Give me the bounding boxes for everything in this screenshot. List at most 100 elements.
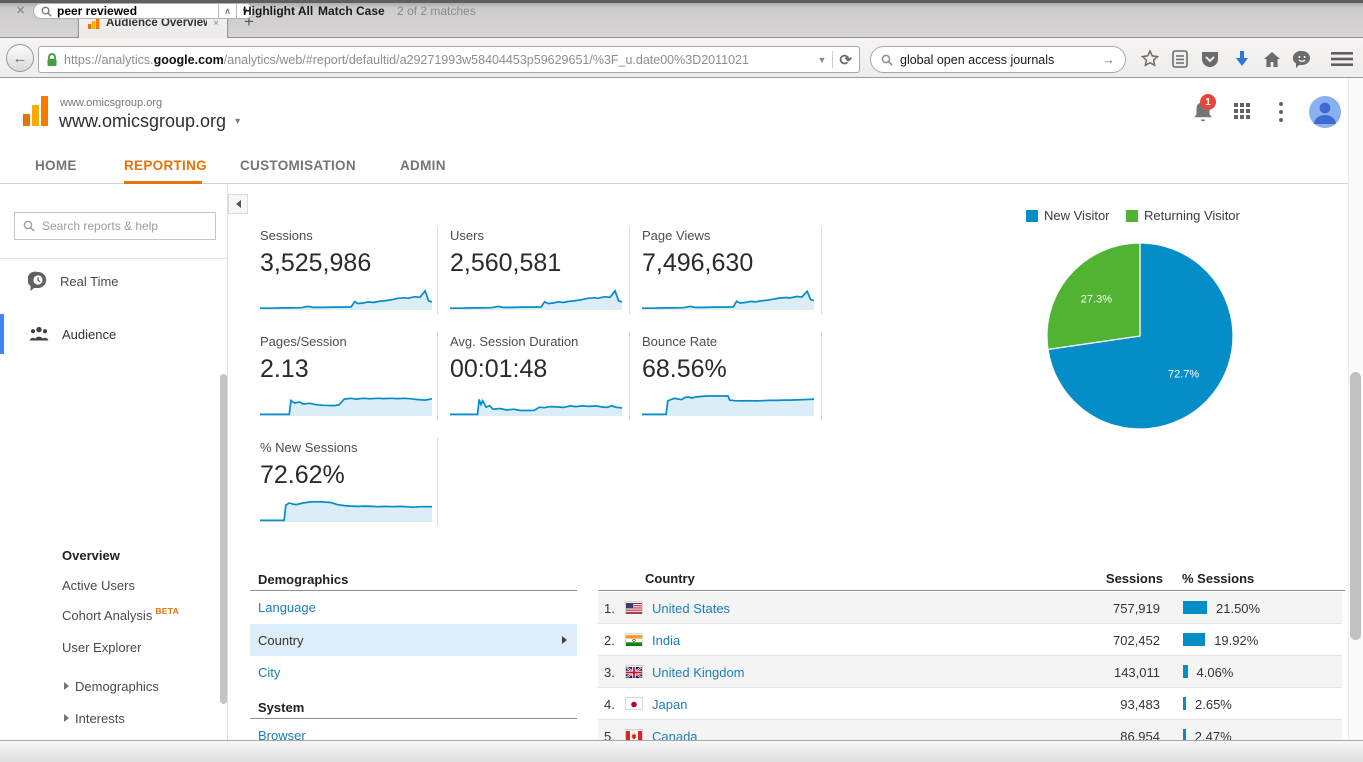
match-case-button[interactable]: Match Case [318, 4, 385, 18]
pct-value: 2.65% [1195, 697, 1232, 712]
reading-list-icon[interactable] [1168, 47, 1192, 71]
sparkline-chart [642, 284, 814, 310]
sessions-value: 86,954 [1120, 729, 1160, 740]
findbar-input[interactable] [57, 4, 175, 18]
metric-value: 2,560,581 [450, 249, 626, 278]
sidebar-item-cohort-analysis[interactable]: Cohort AnalysisBETA [62, 608, 179, 623]
avatar[interactable] [1309, 96, 1341, 128]
menu-icon[interactable] [1328, 47, 1356, 71]
country-link[interactable]: India [652, 633, 680, 648]
sidebar-item-real-time[interactable]: Real Time [0, 264, 227, 298]
nav-customisation[interactable]: CUSTOMISATION [240, 152, 356, 180]
metric-card-new-sessions: % New Sessions 72.62% [260, 440, 436, 522]
search-icon [41, 6, 52, 17]
findbar-input-group[interactable]: ∧ ∨ [33, 3, 254, 19]
url-dropdown-icon[interactable]: ▼ [818, 55, 827, 65]
page-scrollbar-thumb[interactable] [1350, 372, 1361, 640]
reload-icon[interactable]: ⟳ [839, 51, 852, 69]
col-header-pct-sessions[interactable]: % Sessions [1182, 571, 1254, 586]
metric-label: % New Sessions [260, 440, 436, 455]
bookmark-star-icon[interactable] [1138, 47, 1162, 71]
card-divider [437, 226, 438, 314]
country-link[interactable]: Canada [652, 729, 698, 740]
search-icon [881, 54, 893, 66]
country-link[interactable]: United States [652, 601, 730, 616]
card-divider [629, 226, 630, 314]
hello-smiley-icon[interactable] [1290, 47, 1314, 71]
metric-value: 68.56% [642, 355, 818, 384]
pocket-icon[interactable] [1198, 47, 1222, 71]
find-bar [0, 740, 1363, 762]
sidebar-item-active-users[interactable]: Active Users [62, 578, 135, 593]
metric-label: Sessions [260, 228, 436, 243]
demographics-link-language[interactable]: Language [250, 592, 577, 622]
metric-value: 3,525,986 [260, 249, 436, 278]
account-domain-large: www.omicsgroup.org [59, 111, 226, 132]
sidebar-item-audience[interactable]: Audience [0, 314, 227, 354]
browser-search-box[interactable]: global open access journals → [870, 46, 1126, 73]
https-lock-icon [46, 53, 58, 67]
sparkline-chart [260, 496, 432, 522]
sidebar-item-demographics[interactable]: Demographics [0, 670, 227, 702]
metric-card-pageviews: Page Views 7,496,630 [642, 228, 818, 310]
col-header-country[interactable]: Country [645, 571, 695, 586]
card-divider [821, 226, 822, 314]
url-bar[interactable]: https://analytics.google.com/analytics/w… [38, 46, 860, 73]
col-header-sessions[interactable]: Sessions [1106, 571, 1163, 586]
country-row-united-kingdom: 3.United Kingdom143,0114.06% [598, 656, 1342, 688]
pct-bar [1183, 633, 1205, 646]
system-link-browser[interactable]: Browser [250, 720, 577, 740]
beta-badge: BETA [155, 606, 179, 616]
sparkline-chart [450, 284, 622, 310]
account-selector[interactable]: www.omicsgroup.org ▾ [59, 111, 240, 132]
country-link[interactable]: Japan [652, 697, 687, 712]
realtime-icon [28, 271, 48, 291]
sessions-value: 702,452 [1113, 633, 1160, 648]
flag-us-icon [626, 602, 642, 613]
pct-value: 19.92% [1214, 633, 1258, 648]
country-row-japan: 4.Japan93,4832.65% [598, 688, 1342, 720]
metric-label: Bounce Rate [642, 334, 818, 349]
row-rank: 1. [604, 601, 615, 616]
country-link[interactable]: United Kingdom [652, 665, 745, 680]
nav-home[interactable]: HOME [35, 152, 77, 180]
legend-swatch-blue [1026, 210, 1038, 222]
search-go-icon[interactable]: → [1102, 52, 1115, 67]
apps-grid-icon[interactable] [1234, 103, 1254, 123]
row-rank: 5. [604, 729, 615, 740]
sidebar-item-interests[interactable]: Interests [0, 702, 227, 734]
nav-admin[interactable]: ADMIN [400, 152, 446, 180]
url-text: https://analytics.google.com/analytics/w… [64, 53, 812, 67]
sidebar-collapse-button[interactable] [228, 194, 248, 214]
sidebar-scrollbar[interactable] [220, 374, 227, 704]
card-divider [437, 332, 438, 420]
visitor-pie-chart[interactable]: 72.7%27.3% [1040, 236, 1240, 436]
sidebar-search[interactable] [14, 212, 216, 240]
sidebar-search-input[interactable] [42, 219, 192, 233]
back-button[interactable]: ← [6, 44, 34, 72]
sidebar-item-overview[interactable]: Overview [62, 548, 120, 563]
card-divider [629, 332, 630, 420]
metric-card-pages-session: Pages/Session 2.13 [260, 334, 436, 416]
chevron-right-icon [562, 636, 567, 644]
url-separator [832, 51, 833, 68]
browser-search-value: global open access journals [900, 53, 1095, 67]
highlight-all-button[interactable]: Highlight All [243, 4, 313, 18]
find-previous-button[interactable]: ∧ [219, 3, 236, 19]
search-icon [23, 220, 35, 232]
home-icon[interactable] [1260, 47, 1284, 71]
sidebar-item-user-explorer[interactable]: User Explorer [62, 640, 141, 655]
metric-card-avg-duration: Avg. Session Duration 00:01:48 [450, 334, 626, 416]
demographics-link-country[interactable]: Country [250, 624, 577, 656]
tab-close-icon[interactable]: × [213, 18, 219, 29]
card-divider [437, 438, 438, 526]
findbar-close-icon[interactable]: ✕ [16, 4, 25, 17]
demographics-link-city[interactable]: City [250, 656, 577, 688]
nav-reporting[interactable]: REPORTING [124, 152, 207, 180]
metric-label: Users [450, 228, 626, 243]
download-icon[interactable] [1230, 47, 1254, 71]
flag-jp-icon [626, 698, 642, 709]
demographics-title: Demographics [250, 569, 577, 587]
more-vertical-icon[interactable] [1279, 102, 1283, 126]
pct-value: 2.47% [1195, 729, 1232, 740]
